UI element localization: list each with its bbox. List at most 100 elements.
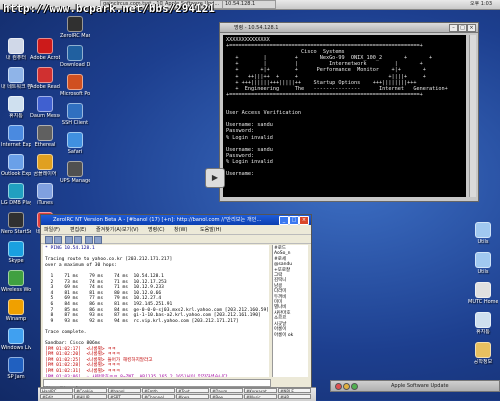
irc-window[interactable]: ZeroIRC NT Version Beta A - [#banol (17)… xyxy=(40,214,312,396)
desktop-icon[interactable]: Ethereal xyxy=(30,125,60,148)
desktop-icon[interactable]: Winamp xyxy=(1,299,31,322)
desktop-icon[interactable]: Adobe Reader xyxy=(30,67,60,90)
clock: 오후 1:03 xyxy=(470,1,493,7)
desktop-icon-label: 내 네트워크 환경 xyxy=(1,84,31,90)
desktop-icon[interactable]: Nero StartSmart xyxy=(1,212,31,235)
disconnect-icon[interactable] xyxy=(54,236,62,244)
channel-button[interactable]: #Bee xyxy=(210,394,243,399)
asu-title: Apple Software Update xyxy=(391,383,449,389)
desktop-icon-label: Adobe Acrobat xyxy=(30,55,60,61)
ethereal-icon xyxy=(37,125,53,141)
terminal-window[interactable]: 명령 - 10.54.128.1 – □ × XXXXXXXXXXXXXX +==… xyxy=(219,22,479,202)
channel-button[interactable]: #Cookie xyxy=(74,388,107,393)
nero-icon xyxy=(8,212,24,228)
desktop-icon-label: Winamp xyxy=(5,316,27,322)
channel-button[interactable]: #Edit xyxy=(40,394,73,399)
asu-zoom-button[interactable] xyxy=(351,383,358,390)
connect-icon[interactable] xyxy=(45,236,53,244)
desktop-icon[interactable]: 공학정보 xyxy=(468,342,498,365)
desktop-icon[interactable]: ZeroIRC Manager xyxy=(60,16,90,39)
irc-close-button[interactable]: × xyxy=(299,216,309,225)
irc-menu-item[interactable]: 보기(V) xyxy=(122,226,139,233)
terminal-titlebar[interactable]: 명령 - 10.54.128.1 – □ × xyxy=(220,23,478,33)
irc-message-input[interactable] xyxy=(43,379,271,387)
irc-chat-log[interactable]: * PING 10.54.128.1 Tracing route to yaho… xyxy=(43,245,269,377)
irc-menu-item[interactable]: 즐겨찾기(A) xyxy=(96,226,122,233)
help-icon[interactable] xyxy=(94,236,102,244)
channel-button[interactable]: HanIRC xyxy=(40,388,73,393)
desktop-icon[interactable]: Internet Explorer xyxy=(1,125,31,148)
desktop-icon-label: SSH Client xyxy=(61,120,89,126)
desktop-icon[interactable]: Adobe Acrobat xyxy=(30,38,60,61)
desktop-icon[interactable]: UPS Manager xyxy=(60,161,90,184)
channel-button[interactable]: #Tout xyxy=(176,388,209,393)
channel-button[interactable]: #HILIP xyxy=(74,394,107,399)
task-tab-3[interactable]: 10.54.128.1 xyxy=(222,0,276,9)
desktop-icon[interactable]: iTunes xyxy=(30,183,60,206)
channel-button[interactable]: #SPT xyxy=(108,394,141,399)
desktop-icon[interactable]: 곰플레이어 xyxy=(30,154,60,177)
desktop-icon[interactable]: Skype xyxy=(1,241,31,264)
nick-item[interactable]: 아롱이 ok xyxy=(274,333,307,338)
desktop-icon[interactable]: 내 컴퓨터 xyxy=(1,38,31,61)
desktop-icon[interactable]: Outlook Express xyxy=(1,154,31,177)
desktop-icon[interactable]: SP Jam xyxy=(1,357,31,380)
channel-button[interactable]: #banol xyxy=(108,388,141,393)
desktop-icon[interactable]: 휴지통 xyxy=(1,96,31,119)
desktop-icon[interactable]: Utils xyxy=(468,222,498,245)
irc-menu-item[interactable]: 파일(F) xyxy=(44,226,60,233)
desktop-icon[interactable]: MUTC Homepage xyxy=(468,282,498,305)
irc-nick-list[interactable]: #로드 AoSo_n #로세 @sandu +또로잘 그락 김딱니 냥콩 다라미 두꺼비 미미 별나비… xyxy=(272,245,308,377)
channel-button[interactable]: #kwa xyxy=(176,394,209,399)
irc-menu-item[interactable]: 명령(C) xyxy=(148,226,165,233)
terminal-line: Username: xyxy=(226,171,255,178)
terminal-screen[interactable]: XXXXXXXXXXXXXX +=========================… xyxy=(223,35,466,197)
irc-menu-item[interactable]: 창(W) xyxy=(174,226,187,233)
desktop-icon[interactable]: Windows Live Mes... xyxy=(1,328,31,351)
winamp-icon xyxy=(8,299,24,315)
options-icon[interactable] xyxy=(74,236,82,244)
channel-icon[interactable] xyxy=(65,236,73,244)
log-icon[interactable] xyxy=(85,236,93,244)
desktop-icon-label: Utils xyxy=(477,239,489,245)
desktop-icon[interactable]: LG DMB Player xyxy=(1,183,31,206)
daum-icon xyxy=(37,96,53,112)
maximize-button[interactable]: □ xyxy=(458,24,467,32)
media-player-icon[interactable]: ▶ xyxy=(205,168,225,188)
irc-menu-item[interactable]: 편집(E) xyxy=(70,226,86,233)
asu-minimize-button[interactable] xyxy=(343,383,350,390)
apple-update-window[interactable]: Apple Software Update xyxy=(330,380,500,392)
channel-button[interactable]: #NRLE xyxy=(278,388,311,393)
irc-maximize-button[interactable]: □ xyxy=(289,216,299,225)
channel-button[interactable]: #Music xyxy=(244,394,277,399)
close-button[interactable]: × xyxy=(467,24,476,32)
gom-player-icon xyxy=(37,154,53,170)
skype-icon xyxy=(8,241,24,257)
desktop-icon[interactable]: SSH Client xyxy=(60,103,90,126)
channel-button[interactable]: #Fmth xyxy=(142,388,175,393)
desktop-icon[interactable]: Wireless Workstation xyxy=(1,270,31,293)
irc-menu-item[interactable]: 도움말(H) xyxy=(200,226,221,233)
ssh-icon xyxy=(67,103,83,119)
desktop-icon[interactable]: Safari xyxy=(60,132,90,155)
desktop-icon-label: UPS Manager xyxy=(60,178,90,184)
channel-button[interactable]: #Daum xyxy=(210,388,243,393)
irc-minimize-button[interactable]: _ xyxy=(279,216,289,225)
asu-close-button[interactable] xyxy=(335,383,342,390)
desktop-icon[interactable]: 휴지통 xyxy=(468,312,498,335)
channel-button[interactable]: #HP xyxy=(278,394,311,399)
desktop-icon[interactable]: 내 네트워크 환경 xyxy=(1,67,31,90)
minimize-button[interactable]: – xyxy=(449,24,458,32)
desktop-icon-label: 휴지통 xyxy=(9,113,23,119)
zeroirc-icon xyxy=(67,16,83,32)
terminal-title: 명령 - 10.54.128.1 xyxy=(234,25,279,31)
terminal-scrollbar[interactable] xyxy=(469,35,476,197)
irc-titlebar[interactable]: ZeroIRC NT Version Beta A - [#banol (17)… xyxy=(41,215,311,225)
desktop-icon[interactable]: Download Director xyxy=(60,45,90,68)
desktop-icon[interactable]: Microsoft PowerPoint xyxy=(60,74,90,97)
channel-button[interactable]: #Channel xyxy=(142,394,175,399)
desktop-icon[interactable]: Utils xyxy=(468,252,498,275)
desktop-icon[interactable]: Daum Messenger xyxy=(30,96,60,119)
recycle-bin-icon xyxy=(8,96,24,112)
channel-button[interactable]: #Koreasat xyxy=(244,388,277,393)
